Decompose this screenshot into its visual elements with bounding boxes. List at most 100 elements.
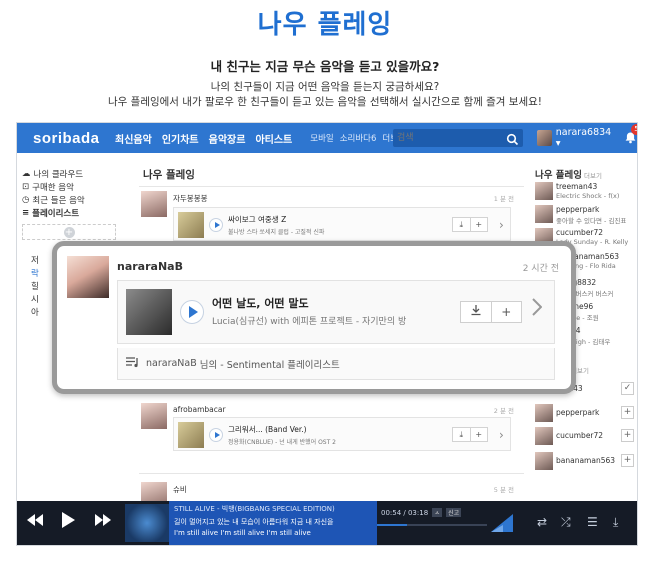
report-badge[interactable]: 신고 (446, 508, 462, 517)
follow-plus-icon[interactable]: + (621, 406, 634, 419)
chevron-right-icon[interactable]: › (499, 218, 504, 232)
add-playlist-button[interactable]: + (22, 224, 116, 240)
nav-artist[interactable]: 아티스트 (255, 131, 292, 146)
follow-plus-icon[interactable]: + (621, 429, 634, 442)
follow-suggestion[interactable]: pepperpark + (535, 403, 637, 423)
notification-bell-icon[interactable]: 5 (624, 123, 637, 148)
friend-avatar (535, 182, 553, 200)
post-time: 5 분 전 (493, 486, 514, 494)
post-time: 2 분 전 (493, 407, 514, 415)
song-artist: 불나방 스타 쏘세지 클럽 - 고질적 신파 (228, 229, 325, 236)
playlist-owner[interactable]: nararaNaB (146, 358, 197, 369)
song-title[interactable]: 싸이보그 여중생 Z (228, 214, 286, 225)
user-avatar (537, 130, 552, 146)
friend-song: High - 김태우 (571, 338, 611, 346)
friend-name[interactable]: 자두봉봉봉 (173, 193, 208, 204)
playlist-icon: ≡ (22, 207, 30, 218)
friend-avatar (535, 205, 553, 223)
play-icon[interactable] (61, 512, 75, 532)
hero-desc-line-2: 나우 플레잉에서 내가 팔로우 한 친구들이 듣고 있는 음악을 선택해서 실시… (108, 96, 542, 108)
soribada-logo[interactable]: soribada (33, 130, 115, 147)
now-playing-title[interactable]: STILL ALIVE - 빅뱅(BIGBANG SPECIAL EDITION… (174, 504, 335, 514)
next-icon[interactable] (95, 514, 111, 530)
now-playing-album-art[interactable] (125, 504, 169, 542)
song-card: 그리워서... (Band Ver.) 정용화(CNBLUE) - 넌 내게 반… (173, 417, 511, 451)
play-button[interactable] (180, 300, 204, 324)
download-icon[interactable]: ⤓ (453, 218, 470, 231)
friend-avatar[interactable] (67, 256, 109, 298)
shuffle-icon[interactable]: ⤮ (561, 515, 571, 530)
chevron-right-icon[interactable] (532, 297, 543, 321)
lyric-line-2: I'm still alive I'm still alive I'm stil… (174, 529, 311, 537)
plus-icon: + (63, 226, 75, 238)
check-icon[interactable]: ✓ (621, 382, 634, 395)
share-badge[interactable]: ㅅ (432, 508, 442, 517)
friend-name[interactable]: afrobambacar (173, 405, 226, 414)
hero-subtitle: 내 친구는 지금 무슨 음악을 듣고 있을까요? (210, 59, 440, 74)
previous-icon[interactable] (27, 514, 43, 530)
song-card: 싸이보그 여중생 Z 불나방 스타 쏘세지 클럽 - 고질적 신파 ⤓ + › (173, 207, 511, 241)
friend-name[interactable]: 슈비 (173, 484, 187, 495)
now-playing-info: STILL ALIVE - 빅뱅(BIGBANG SPECIAL EDITION… (169, 501, 377, 545)
user-menu[interactable]: narara6834 ▾ 5 (537, 123, 637, 149)
sidebar-item-recent[interactable]: ◷ 최근 들은 음악 (17, 193, 127, 206)
nav-popular-chart[interactable]: 인기차트 (162, 131, 199, 146)
follow-suggestion[interactable]: cucumber72 + (535, 426, 637, 446)
add-icon[interactable]: + (469, 428, 488, 441)
sidebar-item-playlist[interactable]: ≡ 플레이리스트 (17, 206, 127, 219)
song-artist: 정용화(CNBLUE) - 넌 내게 반했어 OST 2 (228, 439, 337, 446)
playlist-source[interactable]: nararaNaB 님의 - Sentimental 플레이리스트 (117, 348, 555, 380)
sidebar-item-label: 구매한 음악 (32, 182, 74, 193)
download-icon[interactable]: ⤓ (453, 428, 470, 441)
sidebar-item-label: 힐 (31, 281, 39, 292)
search-input[interactable] (397, 131, 497, 145)
song-title[interactable]: 그리워서... (Band Ver.) (228, 424, 307, 435)
friend-name: treeman43 (556, 182, 598, 191)
add-icon[interactable]: + (469, 218, 488, 231)
progress-bar[interactable] (377, 524, 487, 526)
lyric-line-1: 길이 멀어지고 있는 내 모습이 아름다워 지금 내 자신을 (174, 518, 334, 526)
friend-avatar (535, 427, 553, 445)
play-button[interactable] (209, 218, 223, 232)
album-art[interactable] (126, 289, 172, 335)
now-playing-highlight-popup: nararaNaB 2 시간 전 어떤 날도, 어떤 말도 Lucia(심규선)… (52, 241, 576, 394)
playlist-icon[interactable]: ☰ (587, 515, 598, 529)
notification-count-badge: 5 (631, 123, 637, 135)
repeat-icon[interactable]: ⇄ (537, 515, 547, 529)
nav-soribada6[interactable]: 소리바다6 (340, 132, 377, 144)
download-icon[interactable] (461, 302, 491, 322)
friend-song: Electric Shock - f(x) (556, 192, 620, 200)
sidebar-item-my-cloud[interactable]: ☁ 나의 클라우드 (17, 167, 127, 180)
sidebar-item-purchased[interactable]: ⊡ 구매한 음악 (17, 180, 127, 193)
user-name[interactable]: narara6834 ▾ (556, 127, 614, 149)
nav-music-genre[interactable]: 음악장르 (209, 131, 246, 146)
now-playing-friend[interactable]: treeman43 Electric Shock - f(x) (535, 181, 637, 203)
search-box (393, 129, 523, 147)
follow-suggestion[interactable]: bananaman563 + (535, 451, 637, 471)
feed-title: 나우 플레잉 (143, 169, 195, 181)
more-link[interactable]: 더보기 (584, 172, 602, 180)
friend-name[interactable]: nararaNaB (117, 260, 183, 273)
album-art (178, 422, 204, 448)
follow-plus-icon[interactable]: + (621, 454, 634, 467)
now-playing-friend[interactable]: pepperpark 좋아할 수 있다면 - 김진표 (535, 204, 637, 226)
playlist-name: 님의 - Sentimental 플레이리스트 (199, 359, 340, 371)
search-icon[interactable] (506, 131, 519, 150)
song-title[interactable]: 어떤 날도, 어떤 말도 (212, 295, 309, 311)
add-icon[interactable]: + (490, 302, 522, 322)
friend-song: 좋아할 수 있다면 - 김진표 (556, 217, 627, 225)
friend-name: bananaman563 (556, 456, 616, 465)
nav-latest-music[interactable]: 최신음악 (115, 131, 152, 146)
playlist-icon (126, 356, 140, 371)
volume-icon[interactable] (491, 514, 513, 536)
chevron-right-icon[interactable]: › (499, 428, 504, 442)
sidebar-item-label: 최근 들은 음악 (32, 195, 85, 206)
friend-avatar[interactable] (141, 403, 167, 429)
cloud-icon: ☁ (22, 168, 31, 179)
sidebar-item-label: 저 (31, 255, 39, 266)
friend-avatar[interactable] (141, 191, 167, 217)
divider (139, 473, 524, 474)
download-icon[interactable]: ⤓ (613, 515, 618, 530)
nav-mobile[interactable]: 모바일 (310, 132, 333, 144)
play-button[interactable] (209, 428, 223, 442)
